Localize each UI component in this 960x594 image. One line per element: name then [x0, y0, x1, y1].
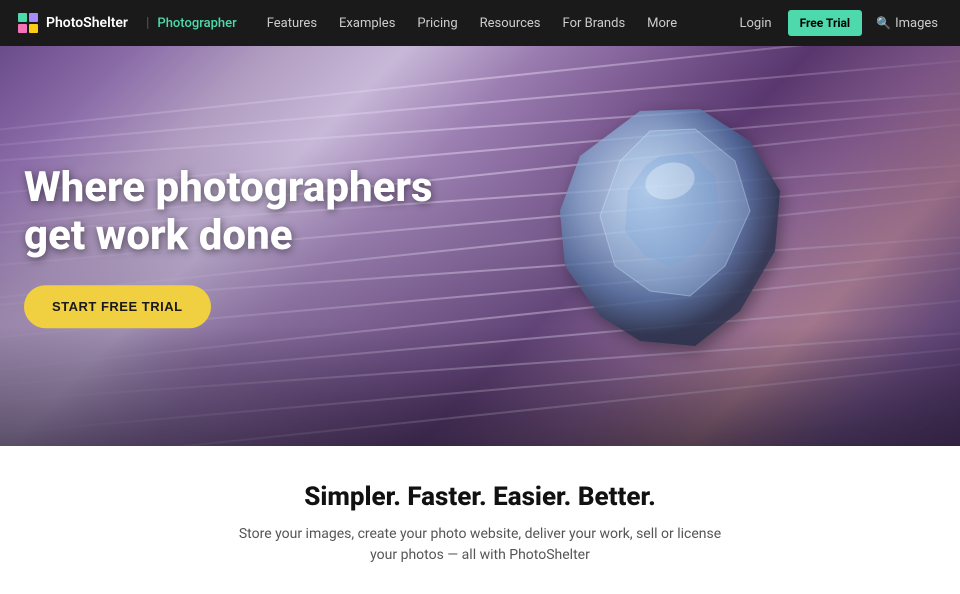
nav-link-resources[interactable]: Resources	[470, 0, 551, 46]
nav-link-for-brands[interactable]: For Brands	[553, 0, 636, 46]
logo-text: PhotoShelter	[46, 15, 128, 31]
hero-section: Where photographers get work done START …	[0, 46, 960, 446]
nav-link-pricing[interactable]: Pricing	[407, 0, 467, 46]
nav-link-examples[interactable]: Examples	[329, 0, 405, 46]
logo-icon	[16, 11, 40, 35]
nav-sub-label: Photographer	[157, 16, 236, 31]
free-trial-button[interactable]: Free Trial	[788, 10, 863, 36]
login-button[interactable]: Login	[732, 16, 780, 31]
tagline-subtext: Store your images, create your photo web…	[230, 524, 730, 566]
logo[interactable]: PhotoShelter	[16, 11, 128, 35]
nav-link-features[interactable]: Features	[257, 0, 327, 46]
navbar: PhotoShelter | Photographer Features Exa…	[0, 0, 960, 46]
nav-right: Login Free Trial 🔍 Images	[732, 10, 945, 36]
hero-cta-button[interactable]: START FREE TRIAL	[24, 285, 211, 328]
search-icon: 🔍	[876, 16, 891, 30]
nav-divider: |	[146, 15, 149, 31]
images-link[interactable]: 🔍 Images	[870, 16, 944, 31]
hero-content: Where photographers get work done START …	[24, 164, 433, 328]
tagline-heading: Simpler. Faster. Easier. Better.	[20, 482, 940, 512]
images-label: Images	[895, 16, 938, 31]
hero-heading: Where photographers get work done	[24, 164, 433, 261]
nav-link-more[interactable]: More	[637, 0, 687, 46]
tagline-section: Simpler. Faster. Easier. Better. Store y…	[0, 446, 960, 594]
nav-links: Features Examples Pricing Resources For …	[257, 0, 732, 46]
